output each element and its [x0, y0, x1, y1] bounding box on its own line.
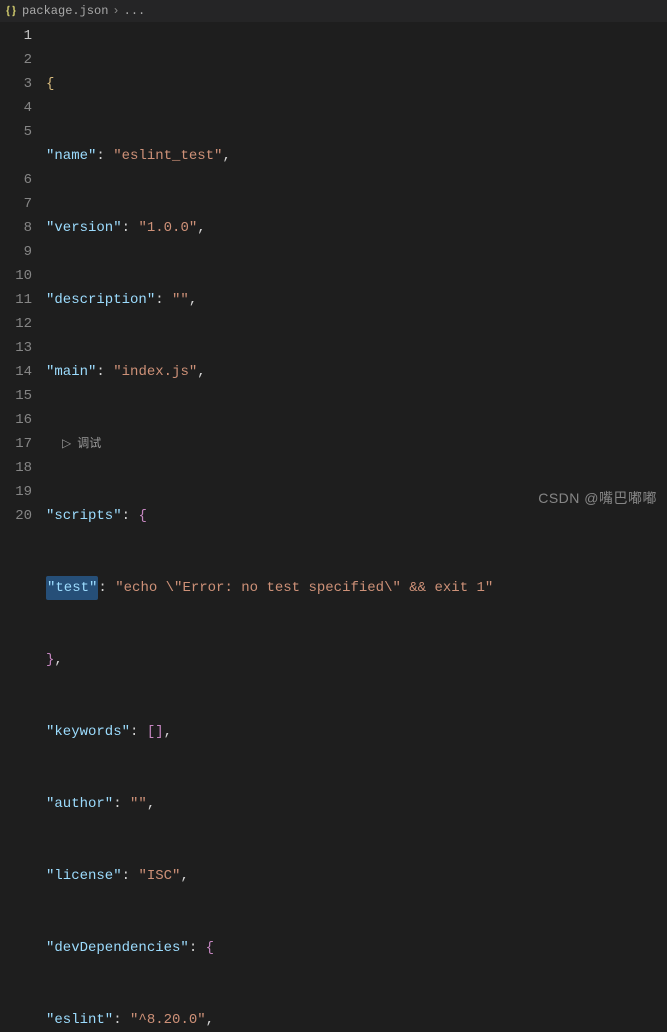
json-file-icon — [4, 4, 18, 18]
json-key: "version" — [46, 216, 122, 240]
line-number: 3 — [0, 72, 32, 96]
json-key: "test" — [46, 576, 98, 600]
json-key: "main" — [46, 360, 96, 384]
line-number: 15 — [0, 384, 32, 408]
line-number: 20 — [0, 504, 32, 528]
line-number: 11 — [0, 288, 32, 312]
json-value: "index.js" — [113, 360, 197, 384]
json-key: "devDependencies" — [46, 936, 189, 960]
json-value: "^8.20.0" — [130, 1008, 206, 1032]
play-icon: ▷ — [62, 432, 71, 456]
line-number: 19 — [0, 480, 32, 504]
json-value: "eslint_test" — [113, 144, 222, 168]
json-key: "license" — [46, 864, 122, 888]
json-key: "name" — [46, 144, 96, 168]
json-value: "1.0.0" — [138, 216, 197, 240]
line-number: 4 — [0, 96, 32, 120]
breadcrumb-rest[interactable]: ... — [124, 4, 146, 18]
json-value: "echo \"Error: no test specified\" && ex… — [115, 576, 493, 600]
line-number: 16 — [0, 408, 32, 432]
watermark-text: CSDN @嘴巴嘟嘟 — [538, 488, 657, 508]
json-value: "" — [172, 288, 189, 312]
codelens-debug[interactable]: ▷调试 — [46, 432, 667, 456]
line-number: 17 — [0, 432, 32, 456]
json-key: "author" — [46, 792, 113, 816]
line-number: 2 — [0, 48, 32, 72]
breadcrumb-file[interactable]: package.json — [22, 4, 108, 18]
json-key: "description" — [46, 288, 155, 312]
line-number: 5 — [0, 120, 32, 144]
line-number: 10 — [0, 264, 32, 288]
line-number: 13 — [0, 336, 32, 360]
line-number: 7 — [0, 192, 32, 216]
line-number-gutter: 1 2 3 4 5 6 7 8 9 10 11 12 13 14 15 16 1… — [0, 22, 46, 516]
line-number: 8 — [0, 216, 32, 240]
json-key: "keywords" — [46, 720, 130, 744]
line-number: 14 — [0, 360, 32, 384]
json-key: "scripts" — [46, 504, 122, 528]
codelens-label: 调试 — [77, 432, 101, 456]
line-number: 9 — [0, 240, 32, 264]
code-content[interactable]: { "name": "eslint_test", "version": "1.0… — [46, 22, 667, 516]
json-value: "" — [130, 792, 147, 816]
json-value: "ISC" — [138, 864, 180, 888]
line-number: 1 — [0, 24, 32, 48]
editor-area[interactable]: 1 2 3 4 5 6 7 8 9 10 11 12 13 14 15 16 1… — [0, 22, 667, 516]
line-number — [0, 144, 32, 168]
line-number: 12 — [0, 312, 32, 336]
line-number: 6 — [0, 168, 32, 192]
breadcrumb-bar: package.json › ... — [0, 0, 667, 22]
breadcrumb-separator: › — [112, 4, 119, 18]
line-number: 18 — [0, 456, 32, 480]
json-key: "eslint" — [46, 1008, 113, 1032]
